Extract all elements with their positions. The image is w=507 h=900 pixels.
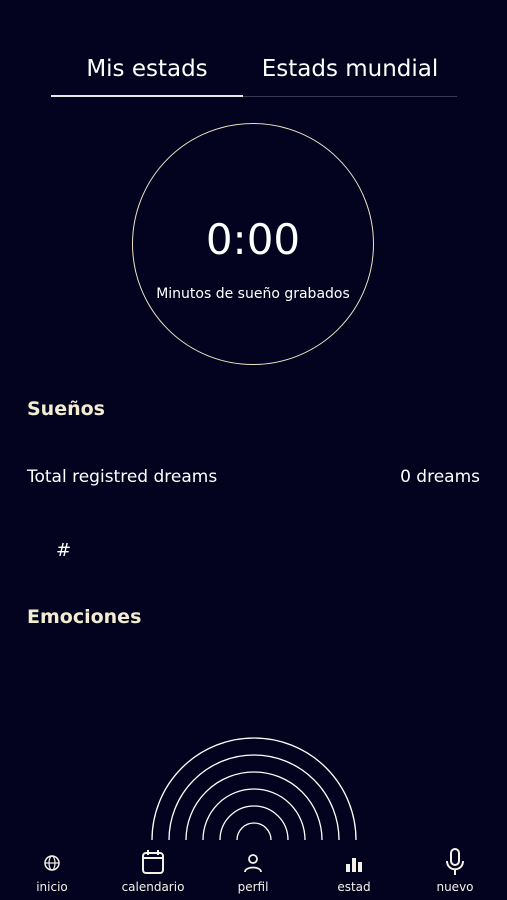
calendar-icon [142,850,164,874]
nav-label: estad [337,880,371,894]
dreams-hash: # [56,540,72,561]
nav-calendario[interactable]: calendario [113,848,193,894]
total-dreams-value: 0 dreams [400,467,480,487]
emotions-section-title: Emociones [27,606,142,628]
total-dreams-label: Total registred dreams [27,467,218,487]
person-icon [244,854,262,873]
nav-nuevo[interactable]: nuevo [415,848,495,894]
bar-chart-icon [346,858,362,872]
nav-perfil[interactable]: perfil [213,848,293,894]
tab-divider [243,96,457,97]
stats-tabs: Mis estads Estads mundial [51,52,457,98]
tab-world-stats[interactable]: Estads mundial [243,52,457,98]
globe-icon [44,855,60,871]
nav-label: nuevo [436,880,474,894]
sleep-timer-label: Minutos de sueño grabados [156,286,350,302]
emotion-ring [236,822,272,840]
emotion-ring [168,754,340,840]
nav-estad[interactable]: estad [314,848,394,894]
nav-inicio[interactable]: inicio [12,848,92,894]
sleep-timer-value: 0:00 [205,215,301,264]
nav-label: perfil [237,880,269,894]
tab-active-indicator [51,95,243,97]
nav-label: inicio [36,880,68,894]
emotion-rings [151,737,357,840]
microphone-icon [446,848,464,875]
tab-my-stats[interactable]: Mis estads [51,52,243,98]
bottom-tab-bar: inicio calendario perfil estad nuevo [0,840,507,900]
nav-label: calendario [121,880,185,894]
emotion-ring [202,788,306,840]
dreams-section-title: Sueños [27,398,105,420]
status-bar [0,0,507,30]
sleep-timer-circle: 0:00 Minutos de sueño grabados [132,123,374,365]
